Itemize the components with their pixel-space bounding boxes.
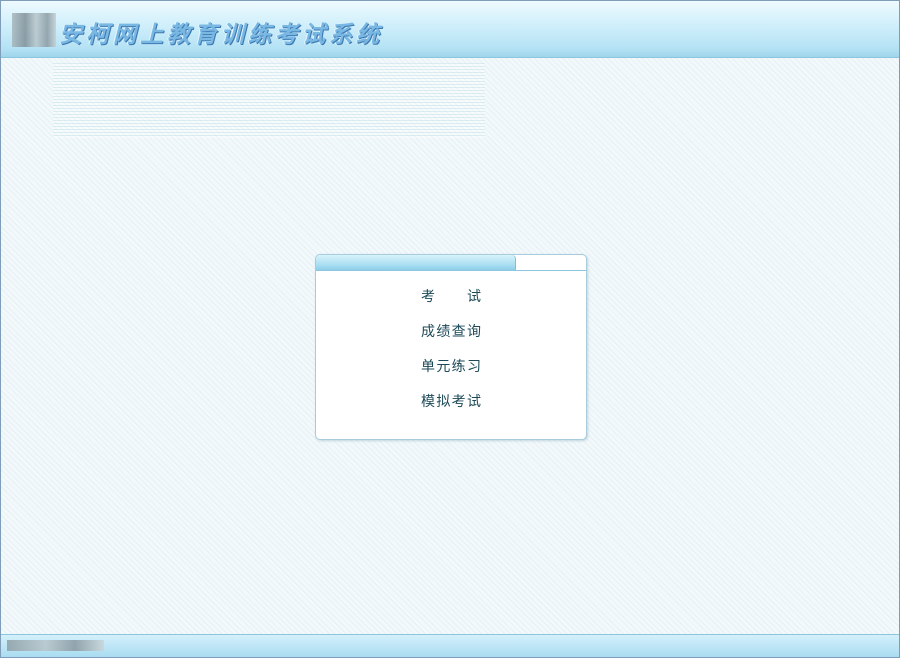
menu-item-label: 成绩查询 — [421, 324, 481, 340]
menu-item-label: 单元练习 — [421, 359, 481, 375]
header-logo-icon — [12, 13, 56, 47]
header-bar: 安柯网上教育训练考试系统 — [1, 1, 899, 58]
menu-list: 考 试 成绩查询 单元练习 模拟考试 — [316, 284, 586, 424]
menu-item-score-query[interactable]: 成绩查询 — [316, 319, 586, 354]
menu-panel-divider — [316, 270, 586, 271]
footer-bar — [1, 634, 899, 657]
menu-panel-tab — [316, 255, 516, 270]
footer-logo-icon — [7, 640, 104, 651]
menu-item-mock-exam[interactable]: 模拟考试 — [316, 389, 586, 424]
banner-decoration — [53, 63, 485, 138]
menu-item-label: 考 试 — [421, 289, 481, 305]
menu-item-exam[interactable]: 考 试 — [316, 284, 586, 319]
page-title: 安柯网上教育训练考试系统 — [59, 22, 383, 48]
menu-item-label: 模拟考试 — [421, 394, 481, 410]
menu-item-unit-practice[interactable]: 单元练习 — [316, 354, 586, 389]
main-menu-panel: 考 试 成绩查询 单元练习 模拟考试 — [315, 254, 587, 440]
app-window: 安柯网上教育训练考试系统 考 试 成绩查询 单元练习 模拟考试 — [0, 0, 900, 658]
